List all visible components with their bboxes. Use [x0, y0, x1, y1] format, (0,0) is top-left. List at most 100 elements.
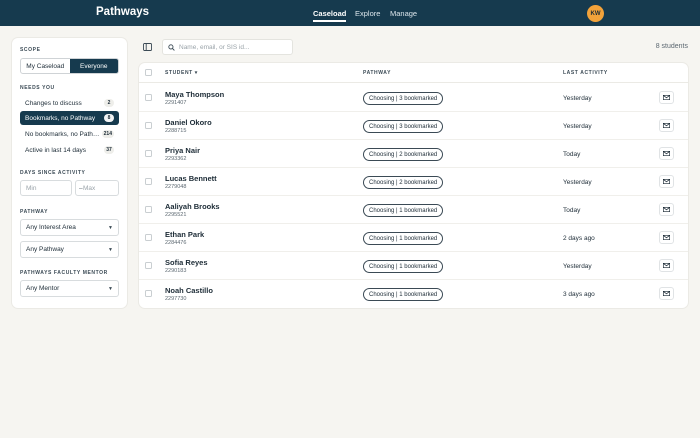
search-input[interactable]: Name, email, or SIS id... — [162, 39, 293, 55]
need-label: Changes to discuss — [25, 99, 82, 107]
interest-area-value: Any Interest Area — [26, 224, 76, 231]
need-label: Active in last 14 days — [25, 146, 87, 154]
scope-my-caseload[interactable]: My Caseload — [21, 59, 70, 73]
need-count: 2 — [104, 99, 114, 107]
row-checkbox[interactable] — [145, 178, 152, 185]
mentor-value: Any Mentor — [26, 285, 60, 292]
student-id: 2295521 — [165, 212, 187, 218]
table-row[interactable]: Lucas Bennett 2279048 Choosing | 2 bookm… — [139, 168, 688, 196]
pathway-value: Any Pathway — [26, 246, 64, 253]
row-checkbox[interactable] — [145, 122, 152, 129]
mail-icon — [663, 235, 670, 240]
row-checkbox[interactable] — [145, 150, 152, 157]
need-label: Bookmarks, no Pathway — [25, 114, 96, 122]
select-all-checkbox[interactable] — [145, 69, 152, 76]
mail-icon — [663, 123, 670, 128]
row-checkbox[interactable] — [145, 290, 152, 297]
interest-area-select[interactable]: Any Interest Area ▼ — [20, 219, 119, 236]
row-checkbox[interactable] — [145, 94, 152, 101]
email-button[interactable] — [659, 287, 674, 300]
brand-logo[interactable]: Pathways — [96, 6, 149, 18]
need-count: 8 — [104, 114, 114, 122]
pathway-label: PATHWAY — [20, 209, 48, 215]
top-bar: Pathways Caseload Explore Manage KW — [0, 0, 700, 26]
row-checkbox[interactable] — [145, 262, 152, 269]
student-name[interactable]: Sofia Reyes — [165, 258, 208, 267]
filter-sidebar: SCOPE My Caseload Everyone NEEDS YOU Cha… — [12, 38, 127, 308]
last-activity: Today — [563, 151, 581, 158]
days-min-input[interactable]: Min — [20, 180, 72, 196]
table-row[interactable]: Daniel Okoro 2288715 Choosing | 3 bookma… — [139, 112, 688, 140]
chevron-down-icon: ▼ — [108, 285, 113, 292]
email-button[interactable] — [659, 147, 674, 160]
days-max-placeholder: Max — [83, 184, 96, 192]
email-button[interactable] — [659, 231, 674, 244]
email-button[interactable] — [659, 119, 674, 132]
mail-icon — [663, 179, 670, 184]
student-name[interactable]: Noah Castillo — [165, 286, 213, 295]
column-last-activity: LAST ACTIVITY — [563, 70, 608, 76]
mail-icon — [663, 291, 670, 296]
column-student[interactable]: STUDENT ▾ — [165, 70, 198, 76]
pathway-status-pill: Choosing | 1 bookmarked — [363, 260, 444, 273]
email-button[interactable] — [659, 91, 674, 104]
days-max-input[interactable]: Max — [75, 180, 119, 196]
column-pathway: PATHWAY — [363, 70, 391, 76]
table-row[interactable]: Priya Nair 2293362 Choosing | 2 bookmark… — [139, 140, 688, 168]
student-count: 8 students — [655, 43, 688, 50]
email-button[interactable] — [659, 203, 674, 216]
table-row[interactable]: Maya Thompson 2291407 Choosing | 3 bookm… — [139, 84, 688, 112]
days-since-activity-label: DAYS SINCE ACTIVITY — [20, 170, 86, 176]
need-active-last-14-days[interactable]: Active in last 14 days 37 — [20, 143, 119, 157]
student-id: 2288715 — [165, 128, 187, 134]
student-id: 2291407 — [165, 100, 187, 106]
need-bookmarks-no-pathway[interactable]: Bookmarks, no Pathway 8 — [20, 111, 119, 125]
pathway-select[interactable]: Any Pathway ▼ — [20, 241, 119, 258]
need-count: 214 — [101, 130, 114, 138]
mail-icon — [663, 95, 670, 100]
need-no-bookmarks-no-pathway[interactable]: No bookmarks, no Path… 214 — [20, 127, 119, 141]
student-id: 2297730 — [165, 296, 187, 302]
avatar[interactable]: KW — [587, 5, 604, 22]
last-activity: Yesterday — [563, 95, 592, 102]
mail-icon — [663, 207, 670, 212]
table-row[interactable]: Ethan Park 2284476 Choosing | 1 bookmark… — [139, 224, 688, 252]
nav-manage[interactable]: Manage — [390, 9, 417, 18]
nav-caseload[interactable]: Caseload — [313, 9, 347, 22]
mail-icon — [663, 263, 670, 268]
scope-everyone[interactable]: Everyone — [69, 59, 118, 73]
nav-explore[interactable]: Explore — [355, 9, 380, 18]
student-name[interactable]: Lucas Bennett — [165, 174, 217, 183]
mentor-label: PATHWAYS FACULTY MENTOR — [20, 270, 108, 276]
scope-toggle: My Caseload Everyone — [20, 58, 119, 74]
row-checkbox[interactable] — [145, 234, 152, 241]
row-checkbox[interactable] — [145, 206, 152, 213]
student-name[interactable]: Priya Nair — [165, 146, 200, 155]
pathway-status-pill: Choosing | 1 bookmarked — [363, 232, 444, 245]
email-button[interactable] — [659, 175, 674, 188]
mail-icon — [663, 151, 670, 156]
pathway-status-pill: Choosing | 2 bookmarked — [363, 176, 444, 189]
mentor-select[interactable]: Any Mentor ▼ — [20, 280, 119, 297]
table-row[interactable]: Aaliyah Brooks 2295521 Choosing | 1 book… — [139, 196, 688, 224]
last-activity: Yesterday — [563, 263, 592, 270]
student-name[interactable]: Maya Thompson — [165, 90, 224, 99]
last-activity: 2 days ago — [563, 235, 595, 242]
sidebar-toggle-icon — [142, 43, 152, 51]
email-button[interactable] — [659, 259, 674, 272]
sidebar-toggle-button[interactable] — [139, 39, 155, 55]
student-name[interactable]: Daniel Okoro — [165, 118, 212, 127]
pathway-status-pill: Choosing | 1 bookmarked — [363, 204, 444, 217]
student-name[interactable]: Aaliyah Brooks — [165, 202, 220, 211]
table-row[interactable]: Noah Castillo 2297730 Choosing | 1 bookm… — [139, 280, 688, 308]
scope-label: SCOPE — [20, 47, 41, 53]
student-id: 2279048 — [165, 184, 187, 190]
table-row[interactable]: Sofia Reyes 2290183 Choosing | 1 bookmar… — [139, 252, 688, 280]
student-name[interactable]: Ethan Park — [165, 230, 204, 239]
need-changes-to-discuss[interactable]: Changes to discuss 2 — [20, 96, 119, 110]
chevron-down-icon: ▼ — [108, 246, 113, 253]
pathway-status-pill: Choosing | 1 bookmarked — [363, 288, 444, 301]
last-activity: 3 days ago — [563, 291, 595, 298]
pathway-status-pill: Choosing | 3 bookmarked — [363, 120, 444, 133]
pathway-status-pill: Choosing | 3 bookmarked — [363, 92, 444, 105]
